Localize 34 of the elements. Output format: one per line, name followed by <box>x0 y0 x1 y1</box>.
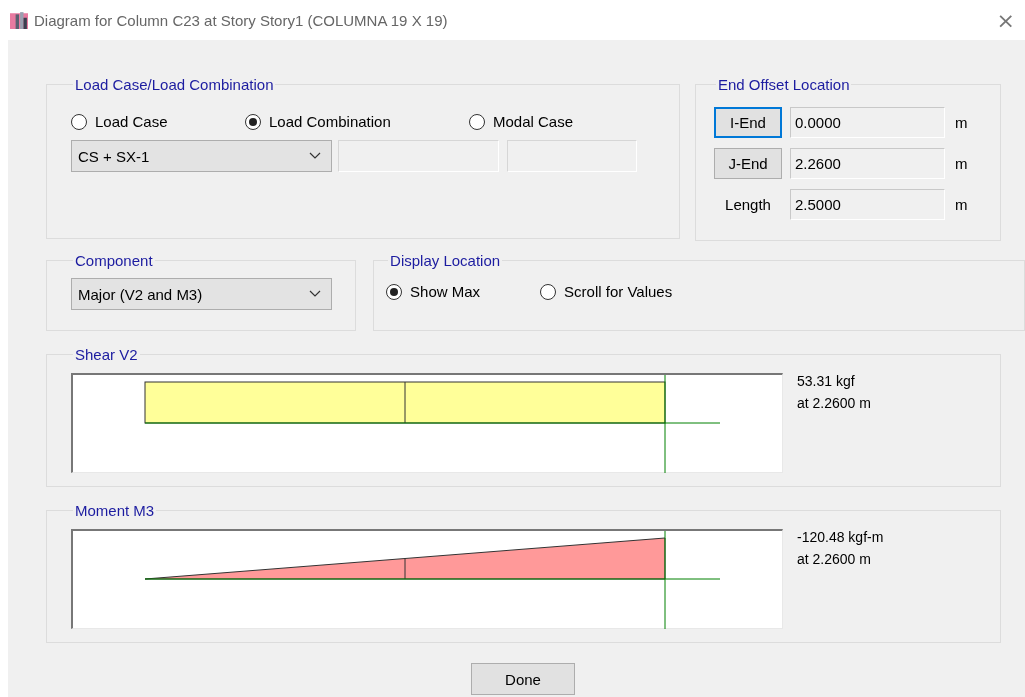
radio-option[interactable]: Show Max <box>386 283 481 300</box>
group-title: Moment M3 <box>74 502 156 519</box>
radio-option[interactable]: Modal Case <box>469 113 574 130</box>
group-title: Load Case/Load Combination <box>74 76 275 93</box>
radio-option[interactable]: Load Case <box>71 113 245 130</box>
unit-label: m <box>955 196 968 213</box>
caret-icon <box>309 290 321 298</box>
max-location: at 2.2600 m <box>797 395 871 411</box>
radio-option[interactable]: Scroll for Values <box>540 283 673 300</box>
combo-dropdown[interactable]: Major (V2 and M3) <box>71 278 332 310</box>
max-value: -120.48 kgf-m <box>797 529 884 545</box>
input-field[interactable]: 2.5000 <box>790 189 945 220</box>
done-button[interactable]: Done <box>471 663 575 695</box>
field-label: Length <box>724 196 772 213</box>
input-field[interactable] <box>338 140 499 172</box>
end-button[interactable]: I-End <box>714 107 782 138</box>
app-icon <box>10 11 28 29</box>
unit-label: m <box>955 155 968 172</box>
window-title: Diagram for Column C23 at Story Story1 (COLUMNA 19 X 19) <box>34 11 448 29</box>
group-title: End Offset Location <box>717 76 851 93</box>
group-title: Shear V2 <box>74 346 139 363</box>
group-title: Display Location <box>389 252 502 269</box>
max-location: at 2.2600 m <box>797 551 872 567</box>
combo-dropdown[interactable]: CS + SX-1 <box>71 140 332 172</box>
close-button[interactable]: × <box>992 7 1019 33</box>
group-title: Component <box>74 252 154 269</box>
max-value: 53.31 kgf <box>797 373 856 389</box>
radio-option[interactable]: Load Combination <box>245 113 469 130</box>
input-field[interactable] <box>507 140 637 172</box>
end-button[interactable]: J-End <box>714 148 782 179</box>
input-field[interactable]: 0.0000 <box>790 107 945 138</box>
unit-label: m <box>955 114 968 131</box>
caret-icon <box>309 152 321 160</box>
input-field[interactable]: 2.2600 <box>790 148 945 179</box>
